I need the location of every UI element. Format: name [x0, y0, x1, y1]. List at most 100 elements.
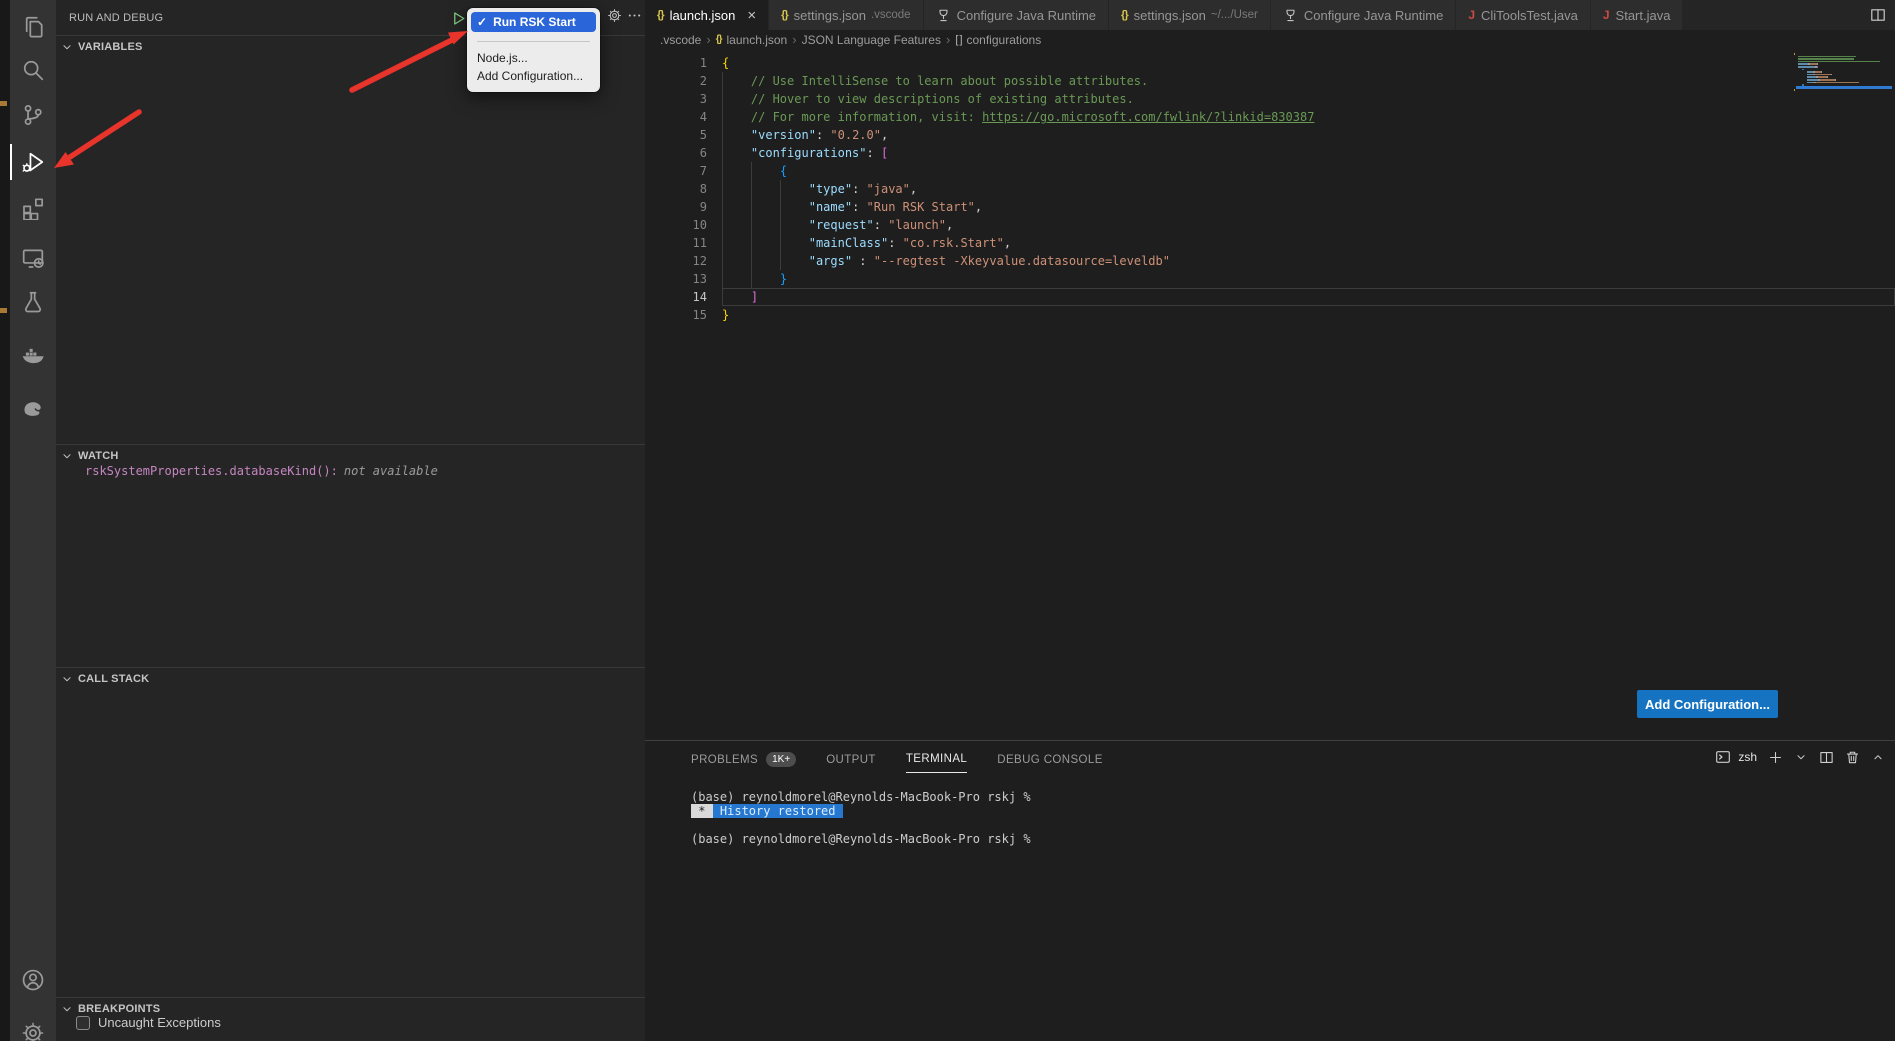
watch-section-header[interactable]: WATCH — [56, 444, 645, 466]
trash-icon[interactable] — [1845, 750, 1860, 765]
extensions-icon — [21, 196, 45, 220]
more-actions-icon[interactable] — [625, 6, 643, 24]
breadcrumb-item-launch-json[interactable]: launch.json — [727, 33, 788, 47]
code-line-13[interactable]: 13 } — [645, 270, 1895, 288]
minimap-line — [1798, 56, 1856, 58]
activity-bar-item-search[interactable] — [10, 50, 56, 90]
code-line-12[interactable]: 12 "args" : "--regtest -Xkeyvalue.dataso… — [645, 252, 1895, 270]
search-icon — [21, 58, 45, 82]
code-line-11[interactable]: 11 "mainClass": "co.rsk.Start", — [645, 234, 1895, 252]
tab-label: Configure Java Runtime — [957, 8, 1096, 23]
line-number: 6 — [645, 144, 722, 162]
run-and-debug-sidebar: RUN AND DEBUG VARIABLES WATCH rskSystemP… — [56, 0, 645, 1041]
activity-bar-item-gradle[interactable] — [10, 385, 56, 425]
code-line-2[interactable]: 2 // Use IntelliSense to learn about pos… — [645, 72, 1895, 90]
code-line-content: // For more information, visit: https://… — [722, 108, 1895, 126]
code-line-1[interactable]: 1{ — [645, 54, 1895, 72]
panel-tab-problems[interactable]: PROBLEMS1K+ — [691, 743, 796, 774]
line-number: 2 — [645, 72, 722, 90]
code-line-14[interactable]: 14 ] — [645, 288, 1895, 306]
problems-count-badge: 1K+ — [766, 752, 796, 767]
activity-bar-item-testing[interactable] — [10, 282, 56, 322]
terminal-output[interactable]: (base) reynoldmorel@Reynolds-MacBook-Pro… — [691, 790, 1031, 846]
activity-bar-item-explorer[interactable] — [10, 7, 56, 47]
code-line-content: "args" : "--regtest -Xkeyvalue.datasourc… — [722, 252, 1895, 270]
panel-tab-terminal[interactable]: TERMINAL — [906, 744, 967, 773]
editor-code-area[interactable]: 1{2 // Use IntelliSense to learn about p… — [645, 49, 1895, 740]
code-line-6[interactable]: 6 "configurations": [ — [645, 144, 1895, 162]
tab-settings-json-user[interactable]: {}settings.json~/.../User — [1109, 0, 1271, 30]
activity-bar-item-settings-gear[interactable] — [10, 1013, 56, 1041]
split-terminal-icon[interactable] — [1819, 750, 1834, 765]
close-icon[interactable]: × — [747, 8, 756, 23]
minimap-line — [1835, 79, 1836, 81]
watch-expression-row[interactable]: rskSystemProperties.databaseKind():not a… — [56, 464, 645, 478]
menu-separator — [477, 41, 590, 42]
tab-detail: ~/.../User — [1211, 9, 1258, 21]
java-runtime-cup-icon — [936, 8, 951, 23]
edge-marker — [0, 101, 7, 106]
split-editor-icon[interactable] — [1870, 7, 1888, 26]
docker-icon — [20, 342, 46, 368]
breadcrumb-separator: › — [946, 32, 950, 47]
watch-label: WATCH — [78, 450, 119, 462]
minimap-line — [1821, 71, 1822, 73]
code-line-15[interactable]: 15} — [645, 306, 1895, 324]
code-line-3[interactable]: 3 // Hover to view descriptions of exist… — [645, 90, 1895, 108]
run-and-debug-icon — [21, 150, 45, 174]
start-debug-icon[interactable] — [450, 10, 467, 27]
tab-launch-json[interactable]: {}launch.json× — [645, 0, 769, 30]
shell-label[interactable]: zsh — [1738, 750, 1757, 764]
breadcrumb-item-json-language-features[interactable]: JSON Language Features — [802, 33, 941, 47]
activity-bar-item-remote-explorer[interactable] — [10, 238, 56, 278]
tab-label: Start.java — [1616, 8, 1671, 23]
breadcrumb-item-vscode[interactable]: .vscode — [660, 33, 701, 47]
activity-bar-item-run-and-debug[interactable] — [10, 142, 56, 182]
code-line-10[interactable]: 10 "request": "launch", — [645, 216, 1895, 234]
code-line-9[interactable]: 9 "name": "Run RSK Start", — [645, 198, 1895, 216]
variables-label: VARIABLES — [78, 41, 143, 53]
menu-item-run-rsk-start[interactable]: ✓ Run RSK Start — [471, 12, 596, 32]
breadcrumb-item-configurations[interactable]: configurations — [967, 33, 1042, 47]
editor-tab-bar: {}launch.json×{}settings.json.vscode Conf… — [645, 0, 1895, 30]
line-number: 11 — [645, 234, 722, 252]
tab-start-java[interactable]: JStart.java — [1591, 0, 1684, 30]
menu-item-nodejs[interactable]: Node.js... — [467, 49, 600, 67]
activity-bar-item-source-control[interactable] — [10, 95, 56, 135]
chevron-up-icon[interactable] — [1871, 750, 1885, 764]
code-line-content: { — [722, 162, 1895, 180]
panel-tab-bar: PROBLEMS1K+ OUTPUT TERMINAL DEBUG CONSOLE — [691, 741, 1103, 776]
activity-bar — [10, 0, 56, 1041]
debug-settings-gear-icon[interactable] — [605, 6, 623, 24]
source-control-icon — [21, 103, 45, 127]
tab-clitoolstest-java[interactable]: JCliToolsTest.java — [1456, 0, 1591, 30]
activity-bar-item-accounts[interactable] — [10, 960, 56, 1000]
chevron-down-icon[interactable] — [1794, 750, 1808, 764]
tab-settings-json-vscode[interactable]: {}settings.json.vscode — [769, 0, 923, 30]
code-line-5[interactable]: 5 "version": "0.2.0", — [645, 126, 1895, 144]
minimap-line — [1807, 76, 1816, 78]
activity-bar-item-docker[interactable] — [10, 335, 56, 375]
tab-label: settings.json — [794, 8, 866, 23]
panel-tab-debug-console[interactable]: DEBUG CONSOLE — [997, 745, 1103, 773]
menu-item-add-configuration[interactable]: Add Configuration... — [467, 67, 600, 85]
minimap[interactable] — [1790, 49, 1893, 101]
add-configuration-button[interactable]: Add Configuration... — [1637, 690, 1778, 718]
code-line-7[interactable]: 7 { — [645, 162, 1895, 180]
activity-bar-item-extensions[interactable] — [10, 188, 56, 228]
code-line-8[interactable]: 8 "type": "java", — [645, 180, 1895, 198]
line-number: 5 — [645, 126, 722, 144]
new-terminal-icon[interactable] — [1768, 750, 1783, 765]
uncaught-exceptions-checkbox[interactable] — [76, 1016, 90, 1030]
tab-label: settings.json — [1134, 8, 1206, 23]
panel-tab-output[interactable]: OUTPUT — [826, 745, 876, 773]
minimap-line — [1816, 82, 1859, 84]
call-stack-section-header[interactable]: CALL STACK — [56, 667, 645, 689]
terminal-prompt-icon[interactable] — [1715, 749, 1731, 765]
tab-configure-java-runtime[interactable]: Configure Java Runtime — [924, 0, 1109, 30]
tab-configure-java-runtime[interactable]: Configure Java Runtime — [1271, 0, 1456, 30]
minimap-line — [1794, 89, 1795, 91]
code-line-4[interactable]: 4 // For more information, visit: https:… — [645, 108, 1895, 126]
line-number: 4 — [645, 108, 722, 126]
breakpoint-label: Uncaught Exceptions — [98, 1015, 221, 1030]
